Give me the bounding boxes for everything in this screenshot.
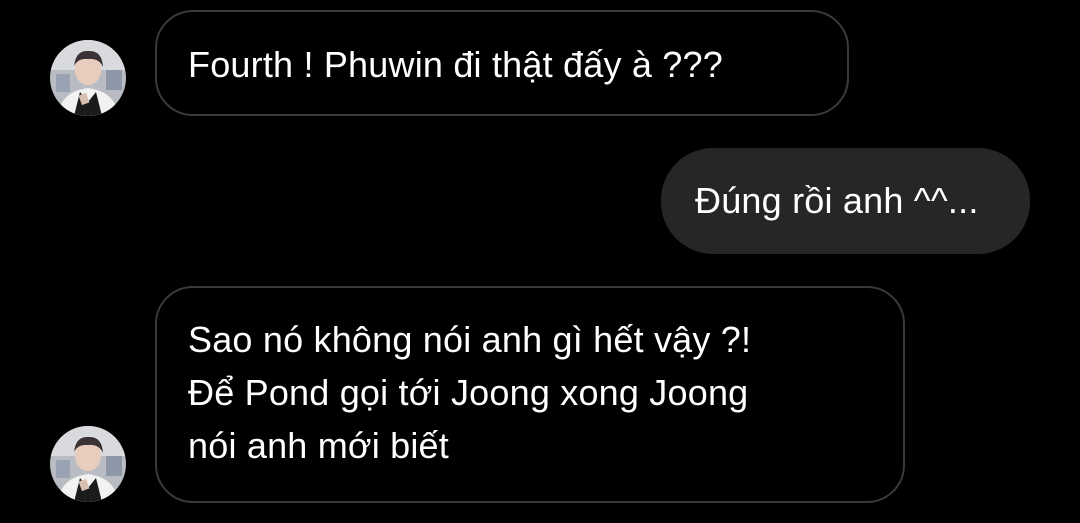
incoming-message-bubble[interactable]: Sao nó không nói anh gì hết vậy ?! Để Po… [155, 286, 905, 503]
message-text-line: Để Pond gọi tới Joong xong Joong [188, 372, 749, 413]
avatar-photo-icon [50, 426, 126, 502]
outgoing-message-bubble[interactable]: Đúng rồi anh ^^... [661, 148, 1030, 254]
message-text: Fourth ! Phuwin đi thật đấy à ??? [188, 44, 723, 85]
avatar-photo-icon [50, 40, 126, 116]
message-text-line: Sao nó không nói anh gì hết vậy ?! [188, 319, 752, 360]
message-text-line: nói anh mới biết [188, 425, 449, 466]
incoming-message-bubble[interactable]: Fourth ! Phuwin đi thật đấy à ??? [155, 10, 849, 116]
contact-avatar[interactable] [50, 40, 126, 116]
message-text: Đúng rồi anh ^^... [695, 180, 979, 221]
contact-avatar[interactable] [50, 426, 126, 502]
